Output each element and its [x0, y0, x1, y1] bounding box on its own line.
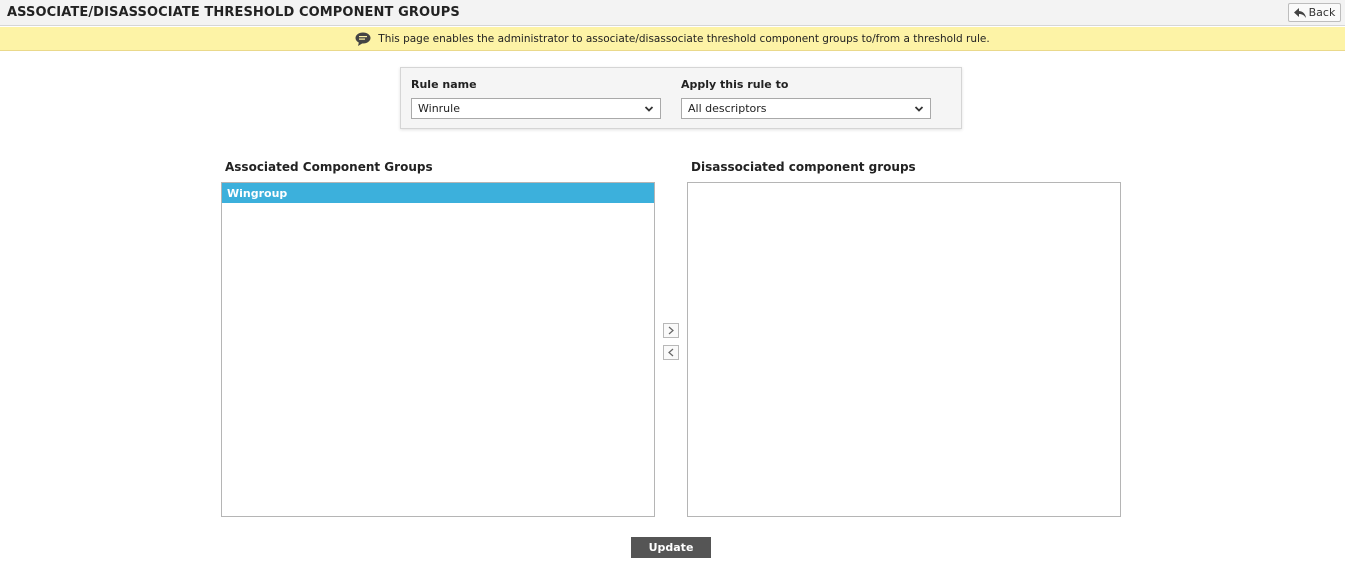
associated-groups-list[interactable]: Wingroup	[221, 182, 655, 517]
list-item[interactable]: Wingroup	[222, 183, 654, 203]
rule-name-select[interactable]: Winrule	[411, 98, 661, 119]
update-button[interactable]: Update	[631, 537, 711, 558]
chevron-left-icon	[668, 348, 674, 357]
back-button[interactable]: Back	[1288, 3, 1341, 22]
info-bar: This page enables the administrator to a…	[0, 27, 1345, 51]
back-button-label: Back	[1308, 6, 1336, 19]
disassociated-groups-label: Disassociated component groups	[691, 160, 916, 174]
rule-name-label: Rule name	[411, 78, 477, 91]
rule-name-value: Winrule	[418, 102, 460, 115]
info-message: This page enables the administrator to a…	[378, 32, 990, 45]
rule-selection-panel: Rule name Winrule Apply this rule to All…	[400, 67, 962, 129]
associated-groups-label: Associated Component Groups	[225, 160, 433, 174]
apply-rule-value: All descriptors	[688, 102, 767, 115]
disassociated-groups-list[interactable]	[687, 182, 1121, 517]
move-right-button[interactable]	[663, 323, 679, 338]
chevron-down-icon	[644, 106, 654, 112]
apply-rule-select[interactable]: All descriptors	[681, 98, 931, 119]
apply-rule-label: Apply this rule to	[681, 78, 789, 91]
page-title: ASSOCIATE/DISASSOCIATE THRESHOLD COMPONE…	[7, 5, 460, 20]
speech-bubble-icon	[355, 32, 371, 46]
page-header: ASSOCIATE/DISASSOCIATE THRESHOLD COMPONE…	[0, 0, 1345, 26]
chevron-down-icon	[914, 106, 924, 112]
chevron-right-icon	[668, 326, 674, 335]
move-left-button[interactable]	[663, 345, 679, 360]
back-arrow-icon	[1293, 7, 1306, 18]
